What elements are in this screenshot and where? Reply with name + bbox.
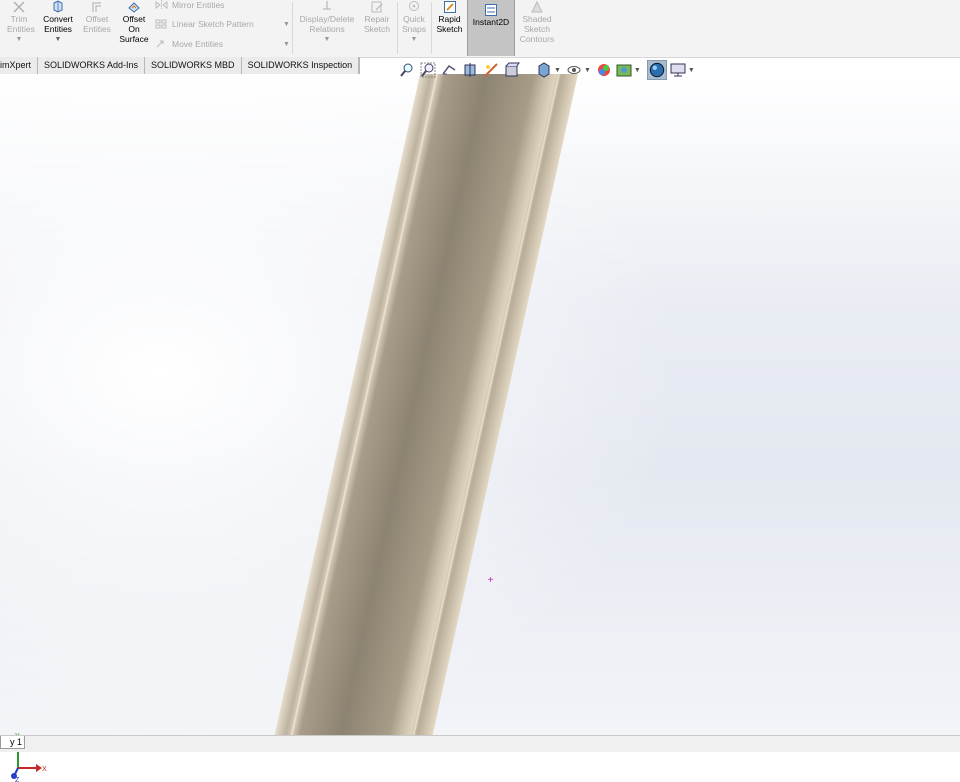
model-tab[interactable]: y 1 [0,736,25,749]
trim-entities-button[interactable]: Trim Entities ▼ [2,0,36,56]
trim-icon [13,1,25,13]
trim-entities-label: Trim Entities [7,14,35,34]
graphics-area[interactable]: + Y X Z [0,74,960,782]
move-entities-button[interactable]: Move Entities ▼ [155,39,290,49]
separator [397,2,398,54]
convert-entities-label: Convert Entities [43,14,73,34]
repair-sketch-button[interactable]: Repair Sketch [360,0,394,56]
repair-sketch-label: Repair Sketch [364,14,390,34]
quick-snaps-icon [409,1,419,11]
dynamic-annotation-views-icon[interactable] [483,62,499,78]
shaded-contours-icon [531,0,543,13]
realview-graphics-icon[interactable] [646,60,667,80]
quick-snaps-label: Quick Snaps [401,14,427,34]
svg-text:X: X [42,766,47,773]
apply-scene-icon[interactable] [616,62,632,78]
display-style-icon[interactable] [536,62,552,78]
chevron-down-icon[interactable]: ▼ [296,35,358,45]
zoom-to-area-icon[interactable] [420,62,436,78]
mirror-entities-label: Mirror Entities [172,0,225,10]
convert-entities-button[interactable]: Convert Entities ▼ [38,0,78,56]
sketch-point-marker: + [487,575,494,586]
command-manager-tabs: imXpert SOLIDWORKS Add-Ins SOLIDWORKS MB… [0,57,361,75]
quick-snaps-button[interactable]: Quick Snaps ▼ [399,0,429,56]
display-delete-relations-button[interactable]: Display/Delete Relations ▼ [296,0,358,56]
instant2d-button[interactable]: Instant2D [467,0,515,56]
chevron-down-icon[interactable]: ▼ [554,67,561,74]
separator [292,2,293,54]
rapid-sketch-label: Rapid Sketch [436,14,463,34]
chevron-down-icon[interactable]: ▼ [38,35,78,45]
shaded-sketch-contours-label: Shaded Sketch Contours [519,14,555,44]
move-icon [156,40,164,48]
chevron-down-icon[interactable]: ▼ [283,21,290,28]
mirror-entities-button[interactable]: Mirror Entities [155,0,224,10]
tab-mbd-dimensions[interactable]: imXpert [0,57,39,74]
separator [431,2,432,54]
edit-appearance-icon[interactable] [596,62,612,78]
offset-on-surface-button[interactable]: Offset On Surface [116,0,152,56]
tab-solidworks-inspection[interactable]: SOLIDWORKS Inspection [242,57,360,74]
svg-text:Z: Z [15,777,20,782]
zoom-to-fit-icon[interactable] [399,62,415,78]
tab-solidworks-mbd[interactable]: SOLIDWORKS MBD [145,57,242,74]
offset-on-surface-icon [128,2,140,13]
convert-entities-icon [53,0,63,13]
display-delete-relations-label: Display/Delete Relations [299,14,355,34]
move-entities-label: Move Entities [172,39,224,49]
rapid-sketch-button[interactable]: Rapid Sketch [433,0,466,56]
instant2d-label: Instant2D [472,17,510,27]
sketch-ribbon: Trim Entities ▼ Convert Entities ▼ Offse… [0,0,960,58]
status-bar: y 1 [0,735,960,752]
tab-solidworks-add-ins[interactable]: SOLIDWORKS Add-Ins [38,57,146,74]
offset-on-surface-label: Offset On Surface [119,14,149,44]
heads-up-view-toolbar: ▼ ▼ ▼ ▼ [399,60,697,80]
instant2d-icon [485,4,497,16]
view-orientation-icon[interactable] [504,62,520,78]
shaded-sketch-contours-button[interactable]: Shaded Sketch Contours [515,0,559,56]
chevron-down-icon[interactable]: ▼ [399,35,429,45]
relations-icon [323,1,331,10]
previous-view-icon[interactable] [441,62,457,78]
offset-entities-icon [92,2,101,12]
linear-sketch-pattern-button[interactable]: Linear Sketch Pattern ▼ [155,19,290,29]
chevron-down-icon[interactable]: ▼ [584,67,591,74]
linear-sketch-pattern-label: Linear Sketch Pattern [172,19,254,29]
chevron-down-icon[interactable]: ▼ [283,41,290,48]
offset-entities-button[interactable]: Offset Entities [79,0,115,56]
hide-show-items-icon[interactable] [566,62,582,78]
linear-pattern-icon [155,19,167,29]
chevron-down-icon[interactable]: ▼ [634,67,641,74]
chevron-down-icon[interactable]: ▼ [688,67,695,74]
rapid-sketch-icon [443,1,456,13]
chevron-down-icon[interactable]: ▼ [2,35,36,45]
section-view-icon[interactable] [462,62,478,78]
repair-sketch-icon [371,1,383,13]
offset-entities-label: Offset Entities [83,14,111,34]
mirror-icon [155,0,168,10]
view-settings-icon[interactable] [670,62,686,78]
tube-model[interactable] [0,74,960,735]
